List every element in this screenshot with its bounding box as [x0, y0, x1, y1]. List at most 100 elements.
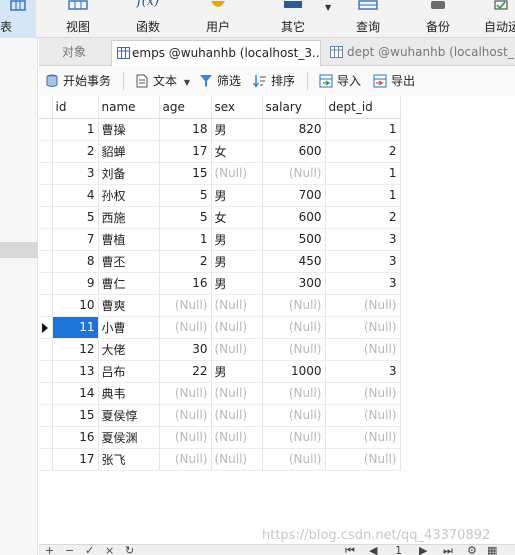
cell-dept-id[interactable]: (Null) [325, 316, 401, 339]
last-page-icon[interactable]: ⏭ [443, 545, 453, 555]
delete-record-icon[interactable]: − [65, 545, 74, 555]
cell-sex[interactable]: (Null) [211, 382, 263, 405]
cell-age[interactable]: (Null) [159, 316, 212, 339]
cell-sex[interactable]: 男 [211, 360, 263, 383]
column-header-sex[interactable]: sex [211, 96, 263, 119]
cell-id[interactable]: 16 [52, 426, 99, 449]
left-navigation-selected-item[interactable] [0, 242, 38, 258]
begin-transaction-button[interactable]: 开始事务 [45, 72, 111, 90]
row-indicator[interactable] [39, 338, 53, 361]
cell-dept-id[interactable]: 3 [325, 250, 401, 273]
cell-salary[interactable]: 300 [262, 272, 326, 295]
cell-id[interactable]: 11 [52, 316, 99, 339]
cell-dept-id[interactable]: 3 [325, 228, 401, 251]
tab-emps[interactable]: emps @wuhanhb (localhost_3... [111, 40, 321, 66]
cell-age[interactable]: (Null) [159, 404, 212, 427]
next-page-icon[interactable]: ▶ [419, 545, 427, 555]
cell-id[interactable]: 9 [52, 272, 99, 295]
text-view-button[interactable]: 文本 ▼ [135, 72, 190, 90]
previous-page-icon[interactable]: ◀ [369, 545, 377, 555]
apply-icon[interactable]: ✓ [85, 545, 94, 555]
cell-age[interactable]: (Null) [159, 294, 212, 317]
row-indicator[interactable] [39, 206, 53, 229]
cell-salary[interactable]: 1000 [262, 360, 326, 383]
refresh-icon[interactable]: ↻ [125, 545, 134, 555]
left-navigation-pane[interactable] [0, 38, 38, 555]
ribbon-view-button[interactable]: 视图 [56, 0, 100, 38]
export-button[interactable]: 导出 [373, 72, 415, 90]
cell-sex[interactable]: (Null) [211, 294, 263, 317]
table-row[interactable]: 14 典韦 (Null) (Null) (Null) (Null) [39, 382, 401, 405]
cell-sex[interactable]: 男 [211, 118, 263, 141]
cell-id[interactable]: 13 [52, 360, 99, 383]
row-indicator[interactable] [39, 184, 53, 207]
cell-age[interactable]: 22 [159, 360, 212, 383]
ribbon-user-button[interactable]: 用户 [196, 0, 240, 38]
ribbon-automation-button[interactable]: 自动运 [482, 0, 515, 38]
sort-button[interactable]: 排序 [253, 72, 295, 90]
table-row[interactable]: 9 曹仁 16 男 300 3 [39, 272, 401, 295]
table-row[interactable]: 10 曹爽 (Null) (Null) (Null) (Null) [39, 294, 401, 317]
cell-age[interactable]: 1 [159, 228, 212, 251]
cell-id[interactable]: 14 [52, 382, 99, 405]
cell-id[interactable]: 8 [52, 250, 99, 273]
cell-sex[interactable]: (Null) [211, 426, 263, 449]
cell-age[interactable]: 2 [159, 250, 212, 273]
cell-id[interactable]: 10 [52, 294, 99, 317]
cell-id[interactable]: 1 [52, 118, 99, 141]
cell-sex[interactable]: (Null) [211, 162, 263, 185]
cell-dept-id[interactable]: 2 [325, 140, 401, 163]
cell-id[interactable]: 17 [52, 448, 99, 471]
cell-id[interactable]: 3 [52, 162, 99, 185]
cell-dept-id[interactable]: (Null) [325, 338, 401, 361]
row-indicator[interactable] [39, 162, 53, 185]
cell-name[interactable]: 曹仁 [98, 272, 160, 295]
table-row[interactable]: 7 曹植 1 男 500 3 [39, 228, 401, 251]
cell-age[interactable]: 16 [159, 272, 212, 295]
cell-name[interactable]: 曹植 [98, 228, 160, 251]
cell-dept-id[interactable]: 2 [325, 206, 401, 229]
cell-salary[interactable]: 600 [262, 206, 326, 229]
cell-salary[interactable]: (Null) [262, 426, 326, 449]
first-page-icon[interactable]: ⏮ [345, 545, 355, 555]
cell-dept-id[interactable]: (Null) [325, 404, 401, 427]
cell-dept-id[interactable]: 3 [325, 360, 401, 383]
cell-sex[interactable]: 男 [211, 228, 263, 251]
table-row[interactable]: 2 貂蝉 17 女 600 2 [39, 140, 401, 163]
cell-sex[interactable]: 男 [211, 250, 263, 273]
cell-name[interactable]: 西施 [98, 206, 160, 229]
row-indicator[interactable] [39, 140, 53, 163]
table-row[interactable]: 17 张飞 (Null) (Null) (Null) (Null) [39, 448, 401, 471]
cell-dept-id[interactable]: (Null) [325, 426, 401, 449]
cell-dept-id[interactable]: (Null) [325, 448, 401, 471]
cell-sex[interactable]: 男 [211, 272, 263, 295]
cell-sex[interactable]: (Null) [211, 404, 263, 427]
import-button[interactable]: 导入 [319, 72, 361, 90]
cell-salary[interactable]: 700 [262, 184, 326, 207]
table-row[interactable]: 8 曹丕 2 男 450 3 [39, 250, 401, 273]
tab-dept[interactable]: dept @wuhanhb (localhost_3... [325, 40, 515, 66]
cell-sex[interactable]: 男 [211, 184, 263, 207]
cell-sex[interactable]: (Null) [211, 338, 263, 361]
tab-objects[interactable]: 对象 [39, 40, 109, 66]
cell-salary[interactable]: 450 [262, 250, 326, 273]
table-row[interactable]: 1 曹操 18 男 820 1 [39, 118, 401, 141]
cell-name[interactable]: 小曹 [98, 316, 160, 339]
cell-salary[interactable]: (Null) [262, 162, 326, 185]
cell-dept-id[interactable]: 3 [325, 272, 401, 295]
filter-button[interactable]: 筛选 [199, 72, 241, 90]
cell-id[interactable]: 2 [52, 140, 99, 163]
cell-sex[interactable]: 女 [211, 140, 263, 163]
cell-id[interactable]: 5 [52, 206, 99, 229]
column-header-age[interactable]: age [159, 96, 212, 119]
cell-sex[interactable]: (Null) [211, 316, 263, 339]
cell-salary[interactable]: (Null) [262, 316, 326, 339]
row-indicator[interactable] [39, 426, 53, 449]
row-indicator[interactable] [39, 448, 53, 471]
cell-salary[interactable]: (Null) [262, 448, 326, 471]
cell-dept-id[interactable]: 1 [325, 162, 401, 185]
row-indicator[interactable] [39, 272, 53, 295]
column-header-dept-id[interactable]: dept_id [325, 96, 401, 119]
cancel-icon[interactable]: × [105, 545, 114, 555]
cell-name[interactable]: 夏侯渊 [98, 426, 160, 449]
